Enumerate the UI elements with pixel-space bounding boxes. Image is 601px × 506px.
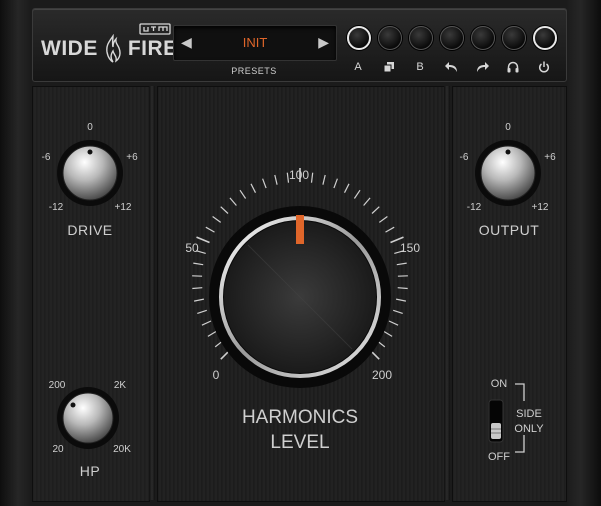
copy-button[interactable] — [378, 26, 402, 50]
right-rail — [567, 0, 601, 506]
hp-label: HP — [79, 463, 101, 479]
brand-mark-icon — [139, 23, 171, 35]
harmonics-scale-tick — [378, 216, 388, 223]
harmonics-scale-tick — [193, 262, 204, 266]
harmonics-label-line2: LEVEL — [270, 432, 330, 453]
harmonics-scale-tick — [333, 178, 338, 189]
harmonics-scale-tick — [197, 309, 207, 314]
harmonics-label-line1: HARMONICS — [241, 407, 359, 428]
output-tick-0: 0 — [505, 122, 511, 133]
divider-right — [444, 86, 450, 500]
drive-tick-0: 0 — [87, 122, 93, 133]
b-button[interactable] — [409, 26, 433, 50]
harmonics-scale-tick — [322, 174, 326, 185]
power-button[interactable] — [533, 26, 557, 50]
output-tick-plus6: +6 — [544, 152, 556, 163]
hp-tick-20k: 20K — [113, 444, 131, 455]
harmonics-scale-tick — [385, 226, 395, 233]
redo-icon — [470, 61, 494, 76]
top-bar: WIDE FIRE ◀ INIT ▶ PRESETS A B — [32, 8, 567, 82]
copy-icon — [377, 61, 401, 76]
harmonics-scale-tick — [274, 174, 278, 185]
harmonics-scale-tick — [363, 197, 371, 206]
harmonics-scale-tick — [239, 189, 247, 199]
harmonics-scale-tick — [388, 320, 399, 326]
drive-label: DRIVE — [67, 222, 113, 238]
logo: WIDE FIRE — [41, 23, 178, 67]
harmonics-tick-100: 100 — [288, 168, 310, 182]
output-knob[interactable] — [474, 139, 542, 207]
harmonics-tick-50: 50 — [185, 241, 199, 255]
harmonics-scale-tick — [397, 287, 408, 290]
harmonics-scale-tick — [250, 183, 257, 193]
side-only-bracket — [515, 383, 525, 453]
harmonics-scale-tick — [201, 320, 212, 326]
harmonics-tick-200: 200 — [371, 368, 393, 382]
output-tick-plus12: +12 — [531, 202, 549, 213]
harmonics-scale-tick — [193, 298, 205, 302]
harmonics-scale-tick — [396, 262, 407, 266]
harmonics-scale-tick — [229, 197, 237, 206]
side-only-switch[interactable] — [488, 399, 504, 443]
monitor-button[interactable] — [502, 26, 526, 50]
flame-icon — [105, 34, 121, 63]
drive-tick-minus6: -6 — [41, 152, 51, 163]
preset-name[interactable]: INIT — [174, 35, 336, 50]
output-tick-minus6: -6 — [459, 152, 469, 163]
headphones-icon — [501, 61, 525, 76]
harmonics-scale-tick — [343, 183, 350, 193]
undo-icon — [439, 61, 463, 76]
side-only-off-label: OFF — [488, 451, 510, 463]
power-icon — [532, 61, 556, 76]
harmonics-scale-tick — [393, 309, 403, 314]
harmonics-scale-tick — [220, 206, 229, 214]
left-rail — [0, 0, 30, 506]
harmonics-scale-tick — [205, 226, 215, 233]
harmonics-scale-tick — [262, 178, 267, 189]
logo-word-right: FIRE — [127, 37, 178, 60]
b-label: B — [416, 61, 424, 73]
harmonics-scale-tick — [395, 298, 407, 302]
output-tick-minus12: -12 — [466, 202, 482, 213]
redo-button[interactable] — [471, 26, 495, 50]
output-label: OUTPUT — [478, 222, 540, 238]
undo-button[interactable] — [440, 26, 464, 50]
drive-knob[interactable] — [56, 139, 124, 207]
preset-selector[interactable]: ◀ INIT ▶ — [173, 25, 337, 61]
drive-tick-minus12: -12 — [48, 202, 64, 213]
hp-knob[interactable] — [56, 386, 120, 450]
a-label: A — [354, 61, 362, 73]
drive-tick-plus12: +12 — [114, 202, 132, 213]
harmonics-scale-tick — [192, 287, 203, 290]
hp-tick-2k: 2K — [113, 380, 127, 391]
harmonics-scale-tick — [371, 206, 380, 214]
presets-label: PRESETS — [231, 66, 277, 76]
harmonics-scale-tick — [353, 189, 361, 199]
harmonics-tick-0: 0 — [212, 368, 220, 382]
hp-tick-200: 200 — [48, 380, 66, 391]
harmonics-knob[interactable] — [208, 205, 392, 389]
a-button[interactable] — [347, 26, 371, 50]
logo-word-left: WIDE — [41, 37, 98, 60]
drive-tick-plus6: +6 — [126, 152, 138, 163]
plugin-window: WIDE FIRE ◀ INIT ▶ PRESETS A B 0 -6 +6 -1… — [0, 0, 601, 506]
side-only-on-label: ON — [490, 378, 508, 390]
divider-left — [149, 86, 155, 500]
preset-next-button[interactable]: ▶ — [318, 34, 329, 51]
hp-tick-20: 20 — [52, 444, 64, 455]
harmonics-tick-150: 150 — [399, 241, 421, 255]
harmonics-scale-tick — [212, 216, 222, 223]
